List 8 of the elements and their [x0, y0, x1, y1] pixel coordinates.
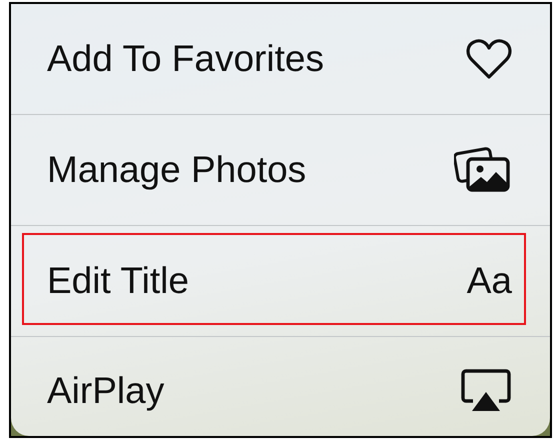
heart-icon [466, 38, 512, 80]
photos-icon [454, 147, 512, 193]
menu-item[interactable]: Manage Photos [11, 115, 550, 226]
menu-item[interactable]: Add To Favorites [11, 4, 550, 115]
airplay-icon [460, 369, 512, 413]
menu-item[interactable]: AirPlay [11, 337, 550, 436]
text-format-icon: Aa [466, 260, 512, 302]
menu-item[interactable]: Edit Title Aa [11, 226, 550, 337]
